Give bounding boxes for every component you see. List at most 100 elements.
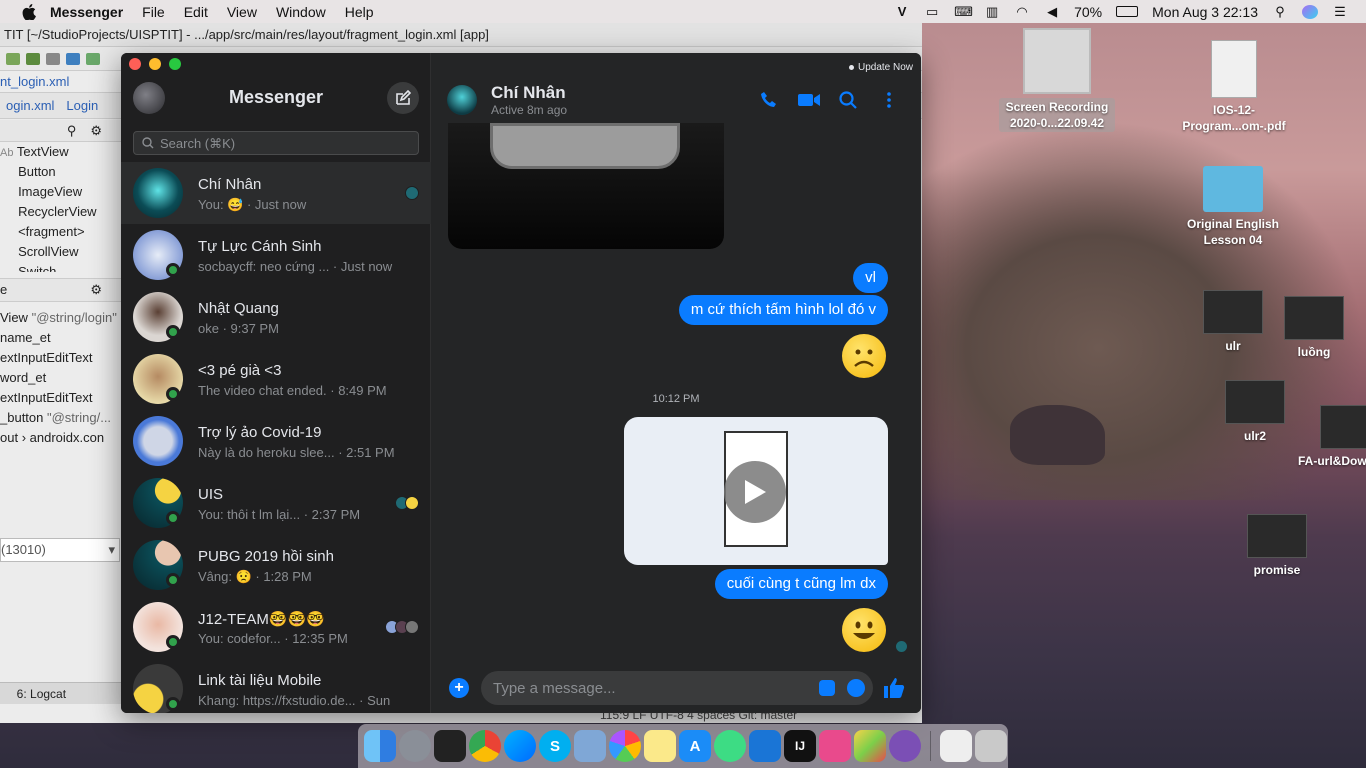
conversation-item[interactable]: Tự Lực Cánh Sinh socbaycff: neo cứng ...… — [121, 224, 431, 286]
conversation-item[interactable]: Nhật Quang oke · 9:37 PM — [121, 286, 431, 348]
spotlight-icon[interactable]: ⚲ — [1272, 4, 1288, 19]
ide-tab-fragment-login[interactable]: ogin.xml — [0, 98, 60, 113]
menu-file[interactable]: File — [142, 4, 165, 20]
clock[interactable]: Mon Aug 3 22:13 — [1152, 4, 1258, 20]
photos-icon[interactable] — [609, 730, 641, 762]
contact-avatar[interactable] — [447, 85, 477, 115]
palette-item[interactable]: ScrollView — [0, 242, 122, 262]
close-window-button[interactable] — [129, 58, 141, 70]
conversation-item[interactable]: Chí Nhân You: 😅 · Just now — [121, 162, 431, 224]
sync-icon[interactable] — [66, 52, 80, 65]
preview-icon[interactable] — [574, 730, 606, 762]
message-bubble[interactable]: cuối cùng t cũng lm dx — [714, 569, 888, 599]
desktop-icon-fa-url[interactable]: FA-url&Dow — [1290, 405, 1366, 469]
emoji-icon[interactable] — [847, 679, 865, 697]
search-chat-icon[interactable] — [837, 89, 859, 111]
vpn-icon[interactable]: V — [894, 4, 910, 19]
search-box[interactable] — [133, 131, 419, 155]
video-call-icon[interactable] — [798, 89, 820, 111]
add-attachment-icon[interactable]: + — [449, 678, 469, 698]
app-store-icon[interactable]: A — [679, 730, 711, 762]
update-now-button[interactable]: Update Now — [848, 62, 913, 73]
sad-emoji-message[interactable] — [842, 334, 886, 378]
github-desktop-icon[interactable] — [889, 730, 921, 762]
tree-row[interactable]: View "@string/login" — [0, 308, 122, 328]
tree-settings-icon[interactable]: ⚙ — [90, 279, 102, 301]
tree-row[interactable]: extInputEditText — [0, 348, 122, 368]
slides-icon[interactable] — [819, 730, 851, 762]
palette-search-icon[interactable]: ⚲ — [67, 123, 77, 139]
desktop-icon-ulr[interactable]: ulr — [1196, 290, 1270, 354]
siri-icon[interactable] — [1302, 4, 1318, 19]
tree-row[interactable]: word_et — [0, 368, 122, 388]
notification-center-icon[interactable]: ☰ — [1332, 4, 1348, 19]
more-options-icon[interactable] — [878, 89, 900, 111]
finder-icon[interactable] — [364, 730, 396, 762]
device-combo[interactable]: (13010) ▾ — [0, 538, 120, 562]
ide-tab-login[interactable]: Login — [60, 98, 104, 113]
xcode-icon[interactable] — [749, 730, 781, 762]
skype-icon[interactable]: S — [539, 730, 571, 762]
sticker-icon[interactable] — [819, 680, 835, 696]
desktop-icon-promise[interactable]: promise — [1240, 514, 1314, 578]
android-studio-icon[interactable] — [714, 730, 746, 762]
menu-window[interactable]: Window — [276, 4, 326, 20]
desktop-icon-screen-recording[interactable]: Screen Recording 2020-0...22.09.42 — [996, 28, 1118, 132]
menu-help[interactable]: Help — [345, 4, 374, 20]
contact-name[interactable]: Chí Nhân — [491, 83, 566, 103]
intellij-icon[interactable]: IJ — [784, 730, 816, 762]
conversation-item[interactable]: <3 pé già <3 The video chat ended. · 8:4… — [121, 348, 431, 410]
message-input[interactable] — [493, 671, 813, 705]
palette-settings-icon[interactable]: ⚙ — [90, 123, 102, 139]
palette-item[interactable]: ImageView — [0, 182, 122, 202]
conversation-item[interactable]: UIS You: thôi t lm lại... · 2:37 PM — [121, 472, 431, 534]
tree-row[interactable]: extInputEditText — [0, 388, 122, 408]
desktop-icon-luong[interactable]: luồng — [1278, 296, 1350, 360]
photo-message[interactable] — [448, 123, 724, 249]
debug-icon[interactable] — [26, 52, 40, 65]
sdk-icon[interactable] — [86, 52, 100, 65]
audio-call-icon[interactable] — [758, 89, 780, 111]
apple-menu-icon[interactable] — [20, 3, 38, 20]
video-message[interactable] — [624, 417, 888, 565]
search-input[interactable] — [160, 135, 400, 151]
bluestacks-icon[interactable] — [854, 730, 886, 762]
documents-icon[interactable] — [940, 730, 972, 762]
palette-item[interactable]: RecyclerView — [0, 202, 122, 222]
wifi-icon[interactable]: ◠ — [1014, 4, 1030, 19]
menu-view[interactable]: View — [227, 4, 257, 20]
display-icon[interactable]: ▭ — [924, 4, 940, 19]
battery-icon[interactable] — [1116, 6, 1139, 17]
minimize-window-button[interactable] — [149, 58, 161, 70]
input-method-icon[interactable]: ⌨ — [954, 4, 973, 19]
messenger-dock-icon[interactable] — [504, 730, 536, 762]
tree-row[interactable]: out › androidx.con — [0, 428, 122, 448]
battery-percent[interactable]: 70% — [1074, 4, 1102, 20]
volume-icon[interactable]: ◀ — [1044, 4, 1060, 19]
message-bubble[interactable]: m cứ thích tấm hình lol đó v — [678, 295, 888, 325]
notes-icon[interactable] — [644, 730, 676, 762]
run-icon[interactable] — [6, 52, 20, 65]
trash-icon[interactable] — [975, 730, 1007, 762]
launchpad-icon[interactable] — [399, 730, 431, 762]
profile-icon[interactable] — [46, 52, 60, 65]
conversation-item[interactable]: J12-TEAM🤓🤓🤓 You: codefor... · 12:35 PM — [121, 596, 431, 658]
logcat-tab[interactable]: 6: Logcat — [0, 682, 122, 704]
new-message-button[interactable] — [387, 82, 419, 114]
desktop-icon-ulr2[interactable]: ulr2 — [1218, 380, 1292, 444]
smile-emoji-message[interactable] — [842, 608, 886, 652]
palette-item[interactable]: Switch — [0, 262, 122, 272]
message-bubble[interactable]: vl — [853, 263, 888, 293]
palette-item[interactable]: Button — [0, 162, 122, 182]
activity-monitor-icon[interactable] — [434, 730, 466, 762]
conversation-item[interactable]: Link tài liệu Mobile Khang: https://fxst… — [121, 658, 431, 713]
menu-edit[interactable]: Edit — [184, 4, 208, 20]
play-icon[interactable] — [724, 461, 786, 523]
zoom-window-button[interactable] — [169, 58, 181, 70]
tree-row[interactable]: name_et — [0, 328, 122, 348]
conversation-item[interactable]: Trợ lý ảo Covid-19 Này là do heroku slee… — [121, 410, 431, 472]
desktop-icon-pdf[interactable]: IOS-12-Program...om-.pdf — [1175, 40, 1293, 134]
chrome-icon[interactable] — [469, 730, 501, 762]
like-icon[interactable] — [883, 677, 905, 704]
conversation-item[interactable]: PUBG 2019 hồi sinh Vâng: 😟 · 1:28 PM — [121, 534, 431, 596]
